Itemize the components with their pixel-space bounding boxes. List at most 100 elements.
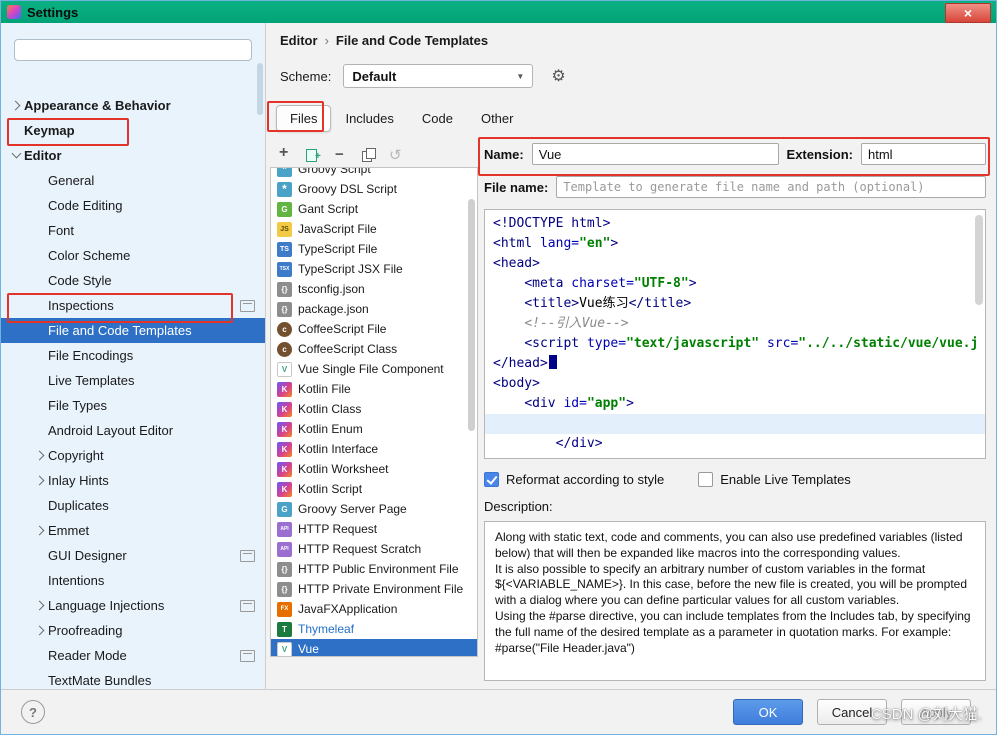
name-input[interactable]: [532, 143, 779, 165]
close-button[interactable]: ×: [945, 3, 991, 23]
template-item-vue[interactable]: VVue: [271, 639, 477, 657]
sidebar-item-live-templates[interactable]: Live Templates: [1, 368, 265, 393]
sidebar-item-label: Code Editing: [48, 198, 122, 213]
sidebar-scrollbar[interactable]: [257, 63, 263, 115]
template-item-kotlin-script[interactable]: KKotlin Script: [271, 479, 477, 499]
sidebar-item-code-style[interactable]: Code Style: [1, 268, 265, 293]
sidebar-item-appearance-behavior[interactable]: Appearance & Behavior: [1, 93, 265, 118]
chevron-right-icon[interactable]: [33, 473, 48, 488]
template-item-gant-script[interactable]: GGant Script: [271, 199, 477, 219]
sidebar-item-inlay-hints[interactable]: Inlay Hints: [1, 468, 265, 493]
live-templates-checkbox[interactable]: [698, 472, 713, 487]
template-item-http-private-environment-file[interactable]: {}HTTP Private Environment File: [271, 579, 477, 599]
sidebar-item-textmate-bundles[interactable]: TextMate Bundles: [1, 668, 265, 689]
chevron-right-icon[interactable]: [9, 98, 24, 113]
template-list-scrollbar[interactable]: [467, 170, 476, 654]
chevron-right-icon[interactable]: [33, 598, 48, 613]
template-item-tsconfig-json[interactable]: {}tsconfig.json: [271, 279, 477, 299]
template-item-thymeleaf[interactable]: TThymeleaf: [271, 619, 477, 639]
sidebar-item-code-editing[interactable]: Code Editing: [1, 193, 265, 218]
chevron-down-icon[interactable]: [9, 148, 24, 163]
tab-files[interactable]: Files: [276, 105, 331, 132]
template-item-groovy-server-page[interactable]: GGroovy Server Page: [271, 499, 477, 519]
code-line: [485, 414, 985, 434]
apply-button[interactable]: Apply: [901, 699, 971, 725]
code-line: <html lang="en">: [493, 234, 977, 254]
sidebar-item-label: Android Layout Editor: [48, 423, 173, 438]
tab-code[interactable]: Code: [408, 105, 467, 132]
chevron-right-icon[interactable]: [33, 523, 48, 538]
template-item-http-request[interactable]: APIHTTP Request: [271, 519, 477, 539]
file-name-input[interactable]: [556, 176, 986, 198]
template-item-http-request-scratch[interactable]: APIHTTP Request Scratch: [271, 539, 477, 559]
sidebar-item-reader-mode[interactable]: Reader Mode: [1, 643, 265, 668]
tab-other[interactable]: Other: [467, 105, 528, 132]
sidebar-item-language-injections[interactable]: Language Injections: [1, 593, 265, 618]
template-item-typescript-file[interactable]: TSTypeScript File: [271, 239, 477, 259]
template-item-javascript-file[interactable]: JSJavaScript File: [271, 219, 477, 239]
sidebar-item-inspections[interactable]: Inspections: [1, 293, 265, 318]
chevron-down-icon: ▼: [516, 72, 524, 81]
description-label: Description:: [484, 499, 986, 517]
sidebar-item-gui-designer[interactable]: GUI Designer: [1, 543, 265, 568]
template-item-kotlin-class[interactable]: KKotlin Class: [271, 399, 477, 419]
template-item-kotlin-interface[interactable]: KKotlin Interface: [271, 439, 477, 459]
sidebar-item-editor[interactable]: Editor: [1, 143, 265, 168]
sidebar-item-emmet[interactable]: Emmet: [1, 518, 265, 543]
breadcrumb-section[interactable]: Editor: [280, 33, 318, 48]
live-templates-option[interactable]: Enable Live Templates: [698, 472, 851, 487]
scheme-select[interactable]: Default ▼: [343, 64, 533, 88]
template-item-package-json[interactable]: {}package.json: [271, 299, 477, 319]
code-line: <!--引入Vue-->: [493, 314, 977, 334]
template-item-label: Groovy DSL Script: [298, 182, 397, 196]
template-item-label: Kotlin Enum: [298, 422, 363, 436]
template-item-groovy-script[interactable]: *Groovy Script: [271, 167, 477, 179]
duplicate-icon[interactable]: [360, 146, 378, 164]
template-item-kotlin-worksheet[interactable]: KKotlin Worksheet: [271, 459, 477, 479]
chevron-right-icon[interactable]: [33, 623, 48, 638]
template-item-javafxapplication[interactable]: FXJavaFXApplication: [271, 599, 477, 619]
code-line: <head>: [493, 254, 977, 274]
sidebar-item-proofreading[interactable]: Proofreading: [1, 618, 265, 643]
template-item-kotlin-file[interactable]: KKotlin File: [271, 379, 477, 399]
sidebar-item-copyright[interactable]: Copyright: [1, 443, 265, 468]
code-editor[interactable]: <!DOCTYPE html><html lang="en"><head> <m…: [484, 209, 986, 459]
ok-button[interactable]: OK: [733, 699, 803, 725]
help-button[interactable]: ?: [21, 700, 45, 724]
sidebar-item-keymap[interactable]: Keymap: [1, 118, 265, 143]
template-item-coffeescript-class[interactable]: cCoffeeScript Class: [271, 339, 477, 359]
sidebar-item-general[interactable]: General: [1, 168, 265, 193]
sidebar-item-file-encodings[interactable]: File Encodings: [1, 343, 265, 368]
sidebar-item-color-scheme[interactable]: Color Scheme: [1, 243, 265, 268]
search-input[interactable]: [14, 39, 252, 61]
template-item-typescript-jsx-file[interactable]: TSXTypeScript JSX File: [271, 259, 477, 279]
copy-template-icon[interactable]: [304, 146, 322, 164]
chevron-spacer: [33, 573, 48, 588]
sidebar: Appearance & BehaviorKeymapEditorGeneral…: [1, 23, 266, 689]
remove-icon[interactable]: [332, 146, 350, 164]
template-item-groovy-dsl-script[interactable]: *Groovy DSL Script: [271, 179, 477, 199]
extension-input[interactable]: [861, 143, 986, 165]
template-item-vue-single-file-component[interactable]: VVue Single File Component: [271, 359, 477, 379]
reformat-label: Reformat according to style: [506, 472, 664, 487]
gear-icon[interactable]: ⚙: [551, 66, 565, 86]
sidebar-item-duplicates[interactable]: Duplicates: [1, 493, 265, 518]
template-item-kotlin-enum[interactable]: KKotlin Enum: [271, 419, 477, 439]
sidebar-item-android-layout-editor[interactable]: Android Layout Editor: [1, 418, 265, 443]
template-item-http-public-environment-file[interactable]: {}HTTP Public Environment File: [271, 559, 477, 579]
sidebar-item-intentions[interactable]: Intentions: [1, 568, 265, 593]
add-icon[interactable]: [276, 146, 294, 164]
reformat-option[interactable]: Reformat according to style: [484, 472, 664, 487]
template-item-coffeescript-file[interactable]: cCoffeeScript File: [271, 319, 477, 339]
editor-scrollbar[interactable]: [974, 212, 984, 456]
chevron-right-icon[interactable]: [33, 448, 48, 463]
revert-icon[interactable]: [388, 146, 406, 164]
sidebar-item-font[interactable]: Font: [1, 218, 265, 243]
reformat-checkbox[interactable]: [484, 472, 499, 487]
sidebar-item-file-and-code-templates[interactable]: File and Code Templates: [1, 318, 265, 343]
cancel-button[interactable]: Cancel: [817, 699, 887, 725]
sidebar-item-file-types[interactable]: File Types: [1, 393, 265, 418]
description-paragraph: #parse("File Header.java"): [495, 641, 975, 657]
tab-includes[interactable]: Includes: [331, 105, 407, 132]
settings-scope-icon: [240, 550, 255, 562]
